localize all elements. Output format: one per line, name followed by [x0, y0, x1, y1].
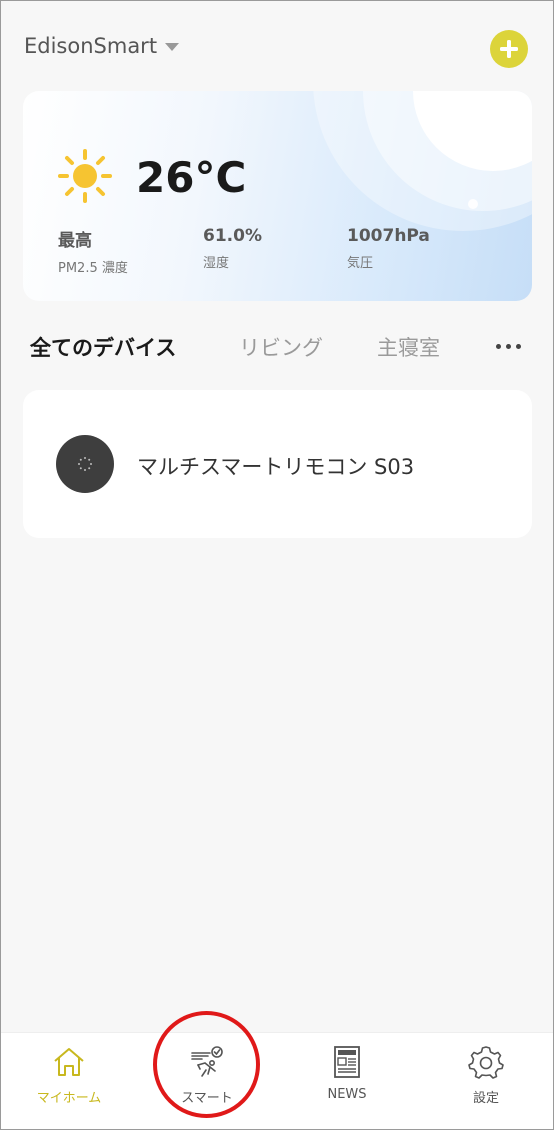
sun-icon — [58, 149, 112, 203]
stat-pressure: 1007hPa 気圧 — [347, 226, 430, 271]
bottom-nav: マイホーム スマート NEWS 設定 — [0, 1032, 554, 1130]
stat-value: 1007hPa — [347, 226, 430, 246]
home-name: EdisonSmart — [24, 34, 158, 58]
weather-decoration-dot — [468, 199, 478, 209]
header: EdisonSmart — [0, 0, 554, 90]
temperature: 26°C — [136, 153, 247, 202]
stat-label: 気圧 — [347, 256, 374, 271]
stat-value: 最高 — [58, 231, 92, 251]
nav-settings[interactable]: 設定 — [431, 1043, 541, 1106]
plus-icon — [500, 40, 518, 58]
nav-smart[interactable]: スマート — [152, 1043, 262, 1106]
stat-label: 湿度 — [203, 256, 230, 271]
smart-scene-icon — [191, 1046, 223, 1077]
nav-label: スマート — [181, 1091, 233, 1106]
stat-label: PM2.5 濃度 — [58, 261, 128, 276]
stat-pm25: 最高 PM2.5 濃度 — [58, 226, 128, 276]
nav-label: NEWS — [327, 1087, 367, 1102]
nav-my-home[interactable]: マイホーム — [14, 1043, 124, 1106]
tab-all-devices[interactable]: 全てのデバイス — [30, 332, 176, 362]
nav-label: 設定 — [472, 1091, 499, 1106]
room-tabs: 全てのデバイス リビング 主寝室 — [30, 332, 530, 366]
stat-humidity: 61.0% 湿度 — [203, 226, 262, 271]
more-dots-icon[interactable] — [496, 344, 521, 349]
device-card[interactable]: マルチスマートリモコン S03 — [23, 390, 532, 538]
nav-label: マイホーム — [36, 1091, 102, 1106]
tab-living[interactable]: リビング — [239, 332, 323, 362]
gear-icon — [468, 1046, 504, 1079]
device-name: マルチスマートリモコン S03 — [137, 455, 415, 479]
news-icon — [334, 1046, 360, 1078]
weather-card[interactable]: 26°C 最高 PM2.5 濃度 61.0% 湿度 1007hPa 気圧 — [23, 91, 532, 301]
caret-down-icon — [165, 43, 180, 51]
tab-master-bedroom[interactable]: 主寝室 — [377, 332, 440, 362]
home-selector[interactable]: EdisonSmart — [24, 34, 180, 58]
stat-value: 61.0% — [203, 226, 262, 246]
home-icon — [54, 1048, 84, 1076]
add-device-button[interactable] — [490, 30, 528, 68]
nav-news[interactable]: NEWS — [292, 1043, 402, 1102]
ir-remote-icon — [56, 435, 114, 493]
